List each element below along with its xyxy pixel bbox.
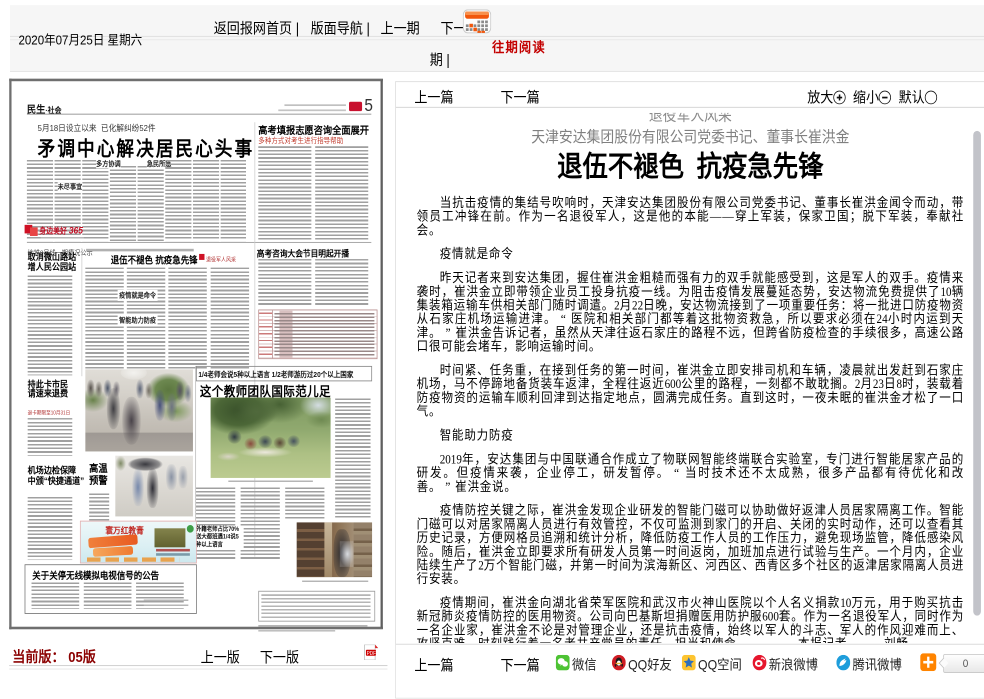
svg-text:PDF: PDF xyxy=(367,651,376,657)
